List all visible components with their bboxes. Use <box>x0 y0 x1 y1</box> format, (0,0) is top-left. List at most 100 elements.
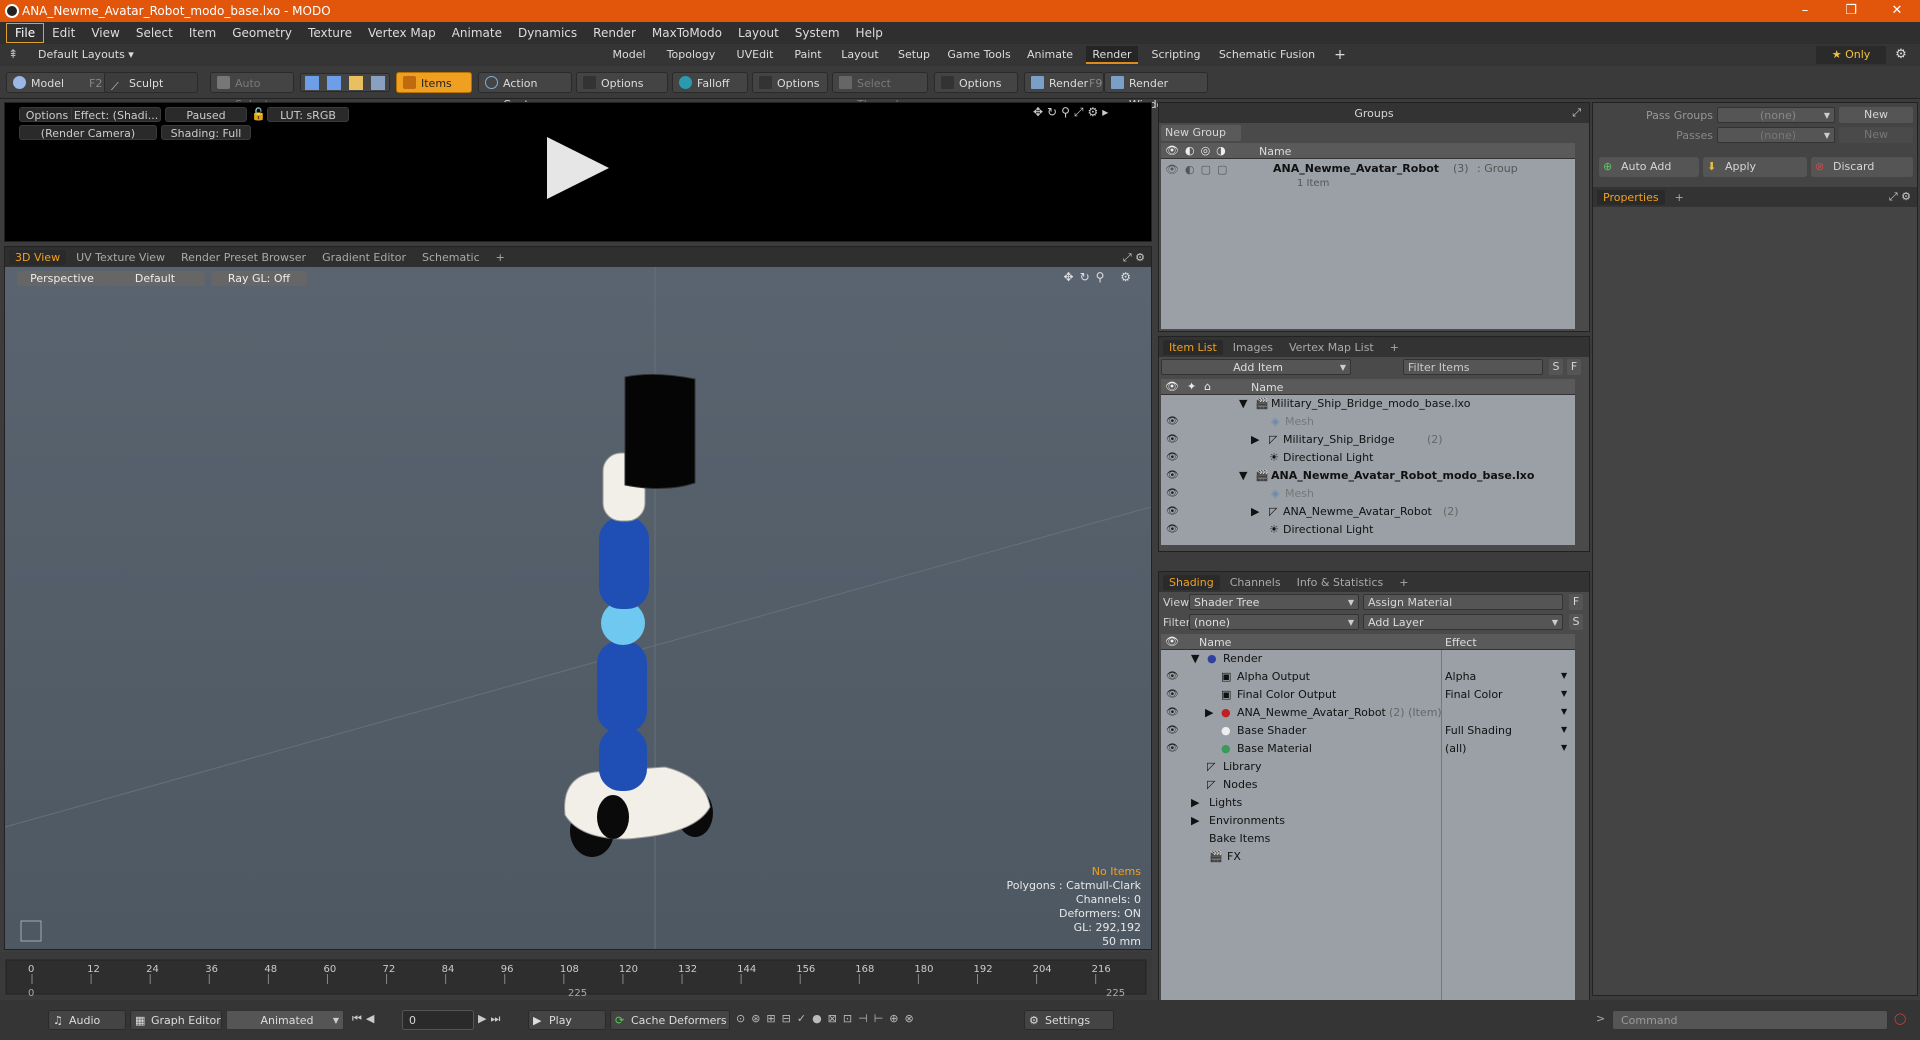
tab-layout[interactable]: Layout <box>836 46 884 64</box>
effect-dropdown-arrow-icon[interactable]: ▼ <box>1561 707 1567 716</box>
animated-dropdown[interactable]: Animated <box>226 1010 344 1031</box>
falloff-button[interactable]: Falloff <box>672 72 748 93</box>
layout-pin-icon[interactable]: ⇞ <box>8 47 18 61</box>
materials-mode-icon[interactable] <box>371 76 385 90</box>
minimize-button[interactable]: – <box>1782 0 1828 22</box>
settings-button[interactable]: ⚙ Settings <box>1024 1010 1114 1030</box>
transport-forward-controls[interactable]: ▶⏭ <box>478 1012 504 1026</box>
visibility-eye-icon[interactable]: 👁 <box>1166 725 1179 736</box>
edges-mode-icon[interactable] <box>327 76 341 90</box>
close-button[interactable]: ✕ <box>1874 0 1920 22</box>
effect-dropdown-arrow-icon[interactable]: ▼ <box>1561 689 1567 698</box>
menu-layout[interactable]: Layout <box>730 24 787 42</box>
menu-system[interactable]: System <box>787 24 848 42</box>
preview-paused-button[interactable]: Paused <box>165 107 247 122</box>
expand-arrow-icon[interactable]: ▶ <box>1205 706 1213 719</box>
shader-effect[interactable]: Alpha <box>1445 670 1476 683</box>
add-item-dropdown[interactable]: Add Item <box>1161 359 1351 376</box>
tab-schematic[interactable]: Schematic <box>416 250 486 265</box>
sculpt-button[interactable]: ⟋ Sculpt <box>104 72 198 93</box>
menu-view[interactable]: View <box>83 24 127 42</box>
expand-arrow-icon[interactable]: ▼ <box>1239 469 1247 482</box>
menu-geometry[interactable]: Geometry <box>224 24 300 42</box>
tab-render[interactable]: Render <box>1086 46 1138 64</box>
tab-channels[interactable]: Channels <box>1224 575 1287 590</box>
shader-row[interactable]: ◸ Nodes <box>1161 776 1575 794</box>
shader-row[interactable]: 👁 ● Base Material (all) ▼ <box>1161 740 1575 758</box>
assign-material-button[interactable]: Assign Material <box>1363 594 1563 610</box>
pass-groups-dropdown[interactable]: (none) <box>1717 107 1835 124</box>
list-item[interactable]: ▼ 🎬 Military_Ship_Bridge_modo_base.lxo <box>1161 395 1575 413</box>
menu-file[interactable]: File <box>6 23 45 43</box>
add-shading-tab-button[interactable]: + <box>1393 575 1414 590</box>
default-layouts-dropdown[interactable]: Default Layouts ▾ <box>38 48 134 61</box>
view-dropdown[interactable]: Shader Tree <box>1189 594 1359 611</box>
viewport-maximize-gear-icons[interactable]: ⤢ ⚙ <box>1123 251 1145 265</box>
visibility-eye-icon[interactable]: 👁 <box>1166 689 1179 700</box>
menu-animate[interactable]: Animate <box>444 24 510 42</box>
preview-view-controls[interactable]: ✥↻⚲⤢⚙▸ <box>1033 105 1112 120</box>
visibility-eye-icon[interactable]: 👁 <box>1166 416 1179 427</box>
add-viewport-tab-button[interactable]: + <box>490 250 511 265</box>
render-button[interactable]: Render F9 <box>1024 72 1104 93</box>
action-center-options-button[interactable]: Options <box>576 72 668 93</box>
groups-expand-icon[interactable]: ⤢ <box>1572 106 1581 120</box>
current-frame-input[interactable]: 0 <box>402 1010 474 1030</box>
menu-vertex-map[interactable]: Vertex Map <box>360 24 444 42</box>
list-item[interactable]: 👁 ☀ Directional Light <box>1161 449 1575 467</box>
filter-dropdown[interactable]: (none) <box>1189 614 1359 631</box>
select-through-button[interactable]: Select Through <box>832 72 928 111</box>
tab-paint[interactable]: Paint <box>788 46 828 64</box>
expand-arrow-icon[interactable]: ▶ <box>1191 796 1199 809</box>
falloff-options-button[interactable]: Options <box>752 72 828 93</box>
tab-properties[interactable]: Properties <box>1597 189 1665 205</box>
effect-dropdown-arrow-icon[interactable]: ▼ <box>1561 671 1567 680</box>
tab-item-list[interactable]: Item List <box>1163 339 1223 355</box>
tab-shading[interactable]: Shading <box>1163 574 1220 590</box>
items-mode-button[interactable]: Items <box>396 72 472 93</box>
filter-items-input[interactable]: Filter Items <box>1403 359 1543 375</box>
audio-button[interactable]: ♫ Audio <box>48 1010 126 1030</box>
shader-row[interactable]: 👁 ▣ Final Color Output Final Color ▼ <box>1161 686 1575 704</box>
tab-setup[interactable]: Setup <box>892 46 936 64</box>
menu-texture[interactable]: Texture <box>300 24 360 42</box>
list-item[interactable]: 👁 ◈ Mesh <box>1161 485 1575 503</box>
new-pass-button[interactable]: New <box>1839 127 1913 143</box>
item-list-f-button[interactable]: F <box>1567 359 1581 375</box>
tab-gradient-editor[interactable]: Gradient Editor <box>316 250 412 265</box>
visibility-eye-icon[interactable]: 👁 <box>1166 506 1179 517</box>
menu-item[interactable]: Item <box>181 24 224 42</box>
menu-maxtomodo[interactable]: MaxToModo <box>644 24 730 42</box>
key-tools-icons[interactable]: ⊙⊛⊞⊟✓●⊠⊡⊣⊢⊕⊗ <box>736 1012 920 1025</box>
action-center-button[interactable]: Action Center <box>478 72 572 111</box>
list-item[interactable]: 👁 ▼ 🎬 ANA_Newme_Avatar_Robot_modo_base.l… <box>1161 467 1575 485</box>
tab-topology[interactable]: Topology <box>660 46 722 64</box>
add-layer-dropdown[interactable]: Add Layer <box>1363 614 1563 631</box>
render-window-button[interactable]: Render Window <box>1104 72 1208 111</box>
auto-add-button[interactable]: ⊕ Auto Add <box>1599 157 1699 177</box>
menu-render[interactable]: Render <box>585 24 644 42</box>
tab-uv-texture-view[interactable]: UV Texture View <box>70 250 171 265</box>
add-properties-tab-button[interactable]: + <box>1669 190 1690 205</box>
menu-dynamics[interactable]: Dynamics <box>510 24 585 42</box>
preview-options-button[interactable]: Options <box>19 107 75 122</box>
shader-row[interactable]: ◸ Library <box>1161 758 1575 776</box>
preview-lock-icon[interactable]: 🔓 <box>251 107 266 121</box>
new-group-button[interactable]: New Group <box>1161 125 1241 141</box>
expand-arrow-icon[interactable]: ▶ <box>1251 505 1259 518</box>
visibility-eye-icon[interactable]: 👁 <box>1166 434 1179 445</box>
tab-images[interactable]: Images <box>1227 340 1279 355</box>
tab-render-preset-browser[interactable]: Render Preset Browser <box>175 250 312 265</box>
add-item-list-tab-button[interactable]: + <box>1384 340 1405 355</box>
effect-dropdown-arrow-icon[interactable]: ▼ <box>1561 743 1567 752</box>
shader-effect[interactable]: Final Color <box>1445 688 1503 701</box>
discard-button[interactable]: ⊗ Discard <box>1811 157 1913 177</box>
properties-expand-gear-icons[interactable]: ⤢ ⚙ <box>1889 190 1911 204</box>
tab-3d-view[interactable]: 3D View <box>9 249 67 265</box>
polygons-mode-icon[interactable] <box>349 76 363 90</box>
timeline[interactable]: 0 12 24 36 48 60 72 84 96 108 120 132 144 156 168 180 19… <box>0 952 1152 1000</box>
list-item[interactable]: 👁 ▶ ◸ Military_Ship_Bridge (2) <box>1161 431 1575 449</box>
add-layout-button[interactable]: + <box>1330 46 1350 64</box>
shader-row[interactable]: Bake Items <box>1161 830 1575 848</box>
apply-button[interactable]: ⬇ Apply <box>1703 157 1807 177</box>
